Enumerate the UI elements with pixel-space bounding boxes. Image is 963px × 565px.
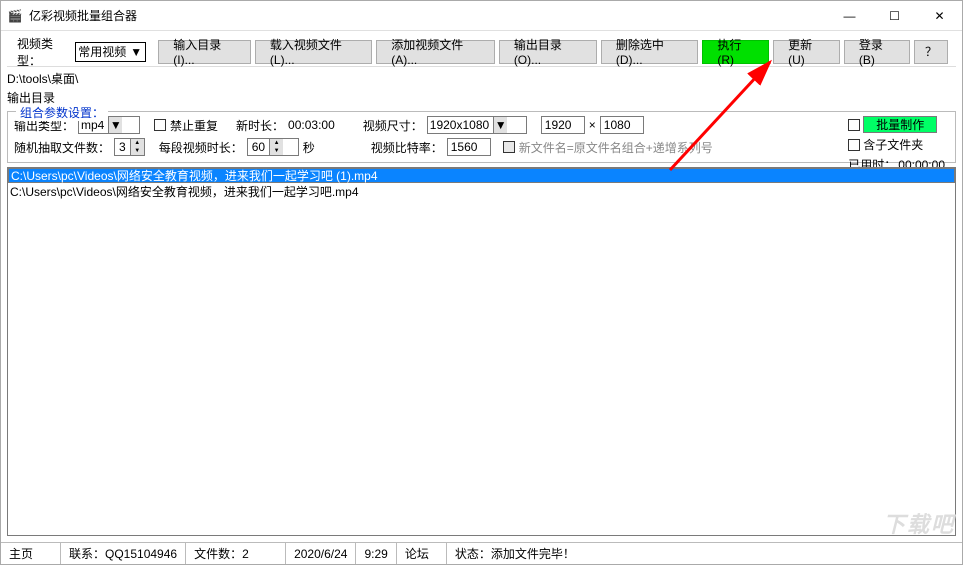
video-size-label: 视频尺寸：	[363, 117, 423, 134]
minimize-button[interactable]: —	[827, 1, 872, 30]
input-dir-button[interactable]: 输入目录(I)...	[158, 40, 251, 64]
status-date: 2020/6/24	[286, 543, 356, 564]
chevron-up-icon[interactable]: ▲	[131, 139, 144, 147]
window-title: 亿彩视频批量组合器	[29, 7, 827, 24]
input-dir-path: D:\tools\桌面\	[7, 69, 956, 88]
batch-make-checkbox[interactable]	[848, 119, 860, 131]
chevron-down-icon: ▼	[130, 45, 142, 59]
add-video-button[interactable]: 添加视频文件(A)...	[376, 40, 495, 64]
status-state: 状态：添加文件完毕！	[447, 543, 962, 564]
delete-selected-button[interactable]: 删除选中(D)...	[601, 40, 698, 64]
chevron-down-icon[interactable]: ▼	[270, 147, 283, 155]
params-legend: 组合参数设置：	[16, 104, 108, 121]
video-type-combo[interactable]: 常用视频▼	[75, 42, 146, 62]
list-item[interactable]: C:\Users\pc\Videos\网络安全教育视频，进来我们一起学习吧 (1…	[8, 168, 955, 183]
help-button[interactable]: ？	[914, 40, 948, 64]
no-repeat-label: 禁止重复	[170, 117, 218, 134]
params-fieldset: 组合参数设置： 批量制作 含子文件夹 已用时： 00:00:00 输出类型： m…	[7, 111, 956, 163]
status-bar: 主页 联系：QQ15104946 文件数：2 2020/6/24 9:29 论坛…	[1, 542, 962, 564]
status-filecount: 文件数：2	[186, 543, 286, 564]
new-duration-value: 00:03:00	[288, 118, 335, 132]
list-item[interactable]: C:\Users\pc\Videos\网络安全教育视频，进来我们一起学习吧.mp…	[8, 183, 955, 198]
chevron-down-icon: ▼	[108, 117, 122, 133]
title-bar: 🎬 亿彩视频批量组合器 — ☐ ✕	[1, 1, 962, 31]
output-dir-button[interactable]: 输出目录(O)...	[499, 40, 597, 64]
height-input[interactable]: 1080	[600, 116, 644, 134]
status-contact: 联系：QQ15104946	[61, 543, 186, 564]
random-files-label: 随机抽取文件数：	[14, 139, 110, 156]
segment-duration-spinner[interactable]: 60 ▲▼	[247, 138, 299, 156]
close-button[interactable]: ✕	[917, 1, 962, 30]
chevron-down-icon: ▼	[493, 117, 507, 133]
video-size-select[interactable]: 1920x1080▼	[427, 116, 527, 134]
times-label: ×	[589, 118, 596, 132]
maximize-button[interactable]: ☐	[872, 1, 917, 30]
status-home[interactable]: 主页	[1, 543, 61, 564]
include-subfolder-label: 含子文件夹	[863, 136, 923, 153]
segment-duration-label: 每段视频时长：	[159, 139, 243, 156]
app-icon: 🎬	[7, 8, 23, 24]
bitrate-input[interactable]: 1560	[447, 138, 491, 156]
new-duration-label: 新时长：	[236, 117, 284, 134]
video-type-label: 视频类型：	[13, 35, 75, 69]
no-repeat-checkbox[interactable]	[154, 119, 166, 131]
chevron-up-icon[interactable]: ▲	[270, 139, 283, 147]
update-button[interactable]: 更新(U)	[773, 40, 840, 64]
status-time: 9:29	[356, 543, 396, 564]
toolbar: 视频类型： 常用视频▼ 输入目录(I)... 载入视频文件(L)... 添加视频…	[7, 37, 956, 67]
new-filename-checkbox[interactable]	[503, 141, 515, 153]
chevron-down-icon[interactable]: ▼	[131, 147, 144, 155]
new-filename-label: 新文件名=原文件名组合+递增系列号	[519, 139, 713, 156]
width-input[interactable]: 1920	[541, 116, 585, 134]
status-forum[interactable]: 论坛	[397, 543, 447, 564]
login-button[interactable]: 登录(B)	[844, 40, 910, 64]
execute-button[interactable]: 执行(R)	[702, 40, 769, 64]
batch-make-button[interactable]: 批量制作	[863, 116, 937, 133]
file-list[interactable]: C:\Users\pc\Videos\网络安全教育视频，进来我们一起学习吧 (1…	[7, 167, 956, 536]
random-files-spinner[interactable]: 3 ▲▼	[114, 138, 145, 156]
include-subfolder-checkbox[interactable]	[848, 139, 860, 151]
load-video-button[interactable]: 载入视频文件(L)...	[255, 40, 372, 64]
segment-unit-label: 秒	[303, 139, 315, 156]
bitrate-label: 视频比特率：	[371, 139, 443, 156]
output-dir-label: 输出目录	[7, 88, 956, 107]
